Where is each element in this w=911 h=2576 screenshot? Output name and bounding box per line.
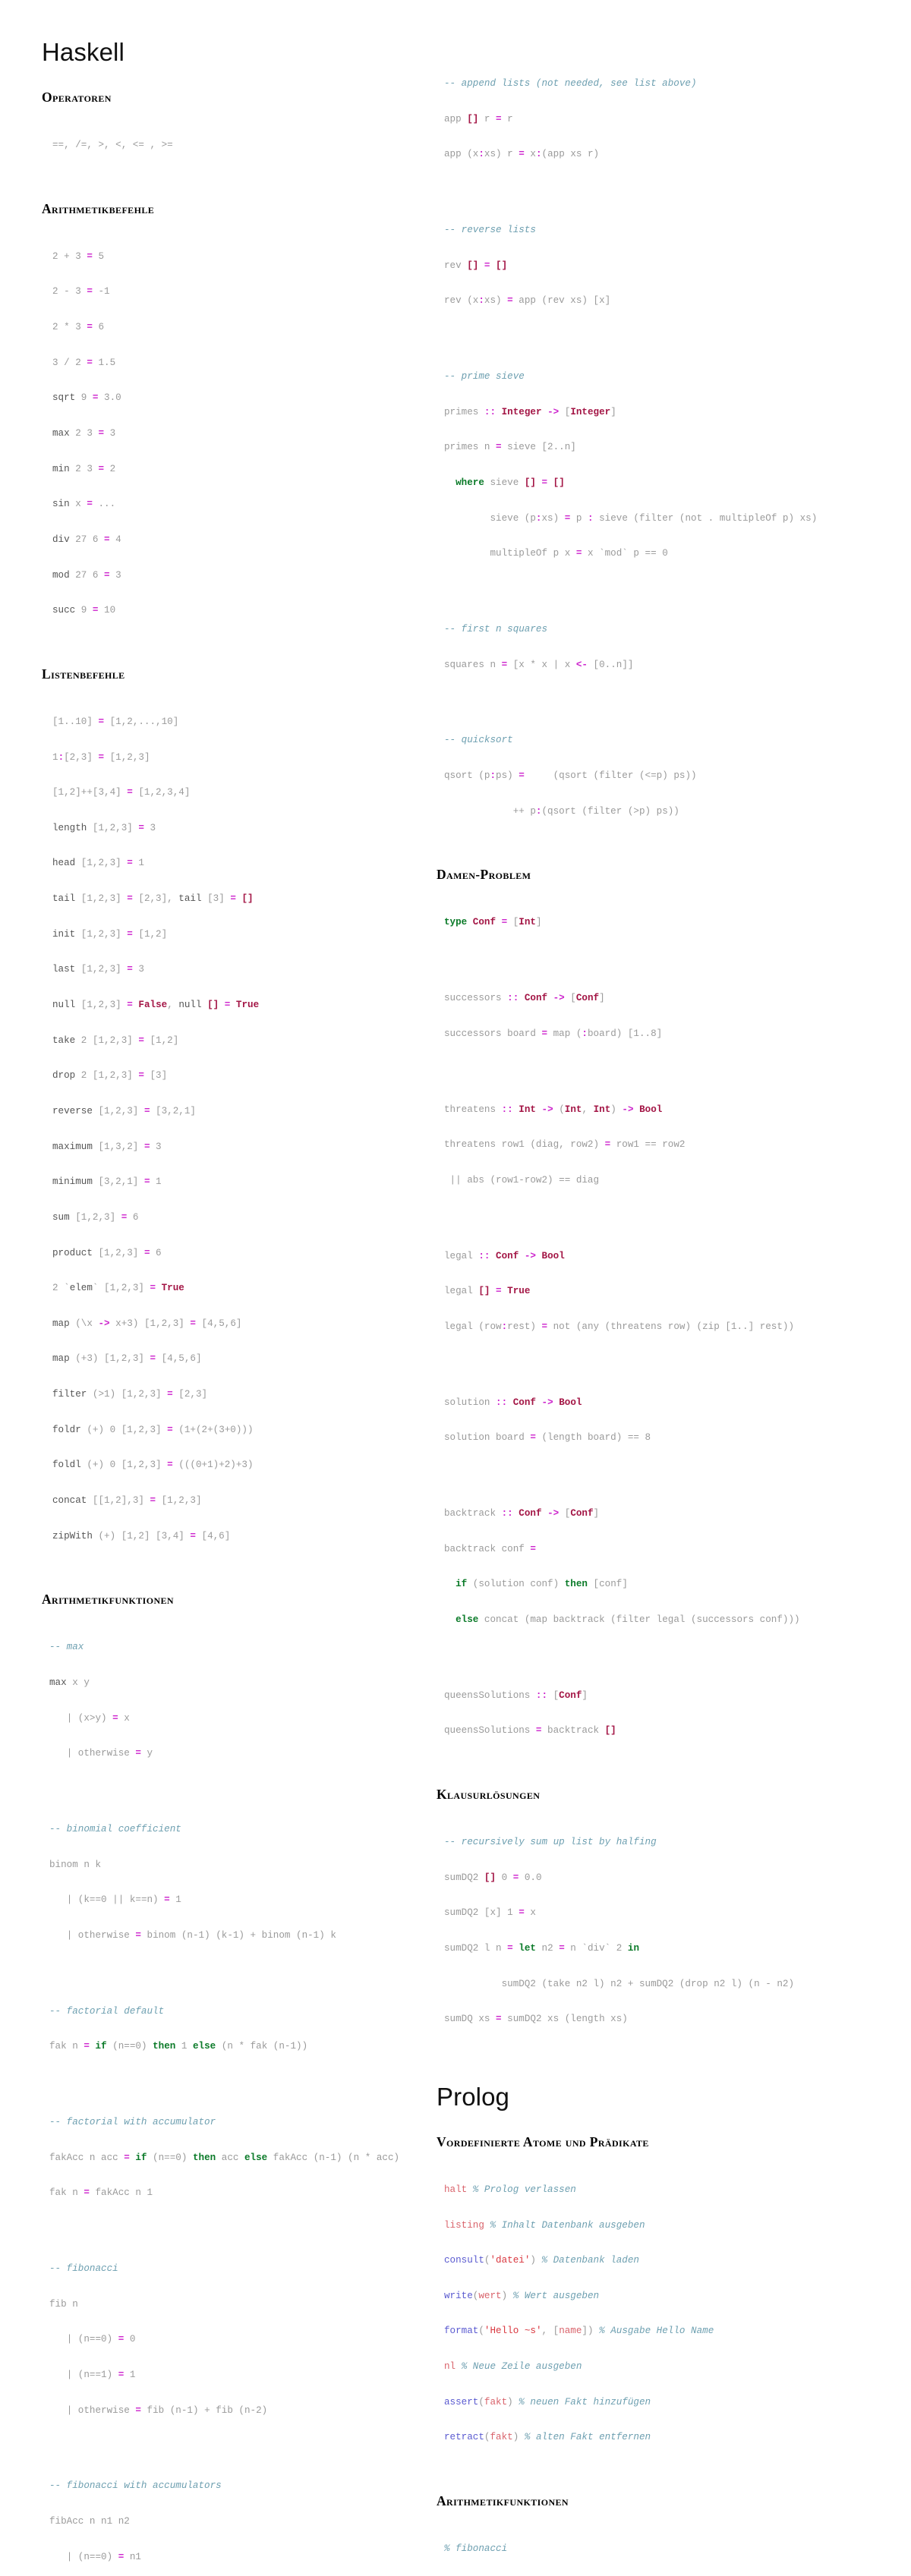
code-block-hs-successors: successors :: Conf -> [Conf] successors … <box>444 993 663 1039</box>
page-title-haskell: Haskell <box>42 38 125 66</box>
code-block-hs-threatens: threatens :: Int -> (Int, Int) -> Bool t… <box>444 1104 686 1186</box>
section-heading-vordefinierte-atome: Vordefinierte Atome und Prädikate <box>437 2134 649 2149</box>
page-title-prolog: Prolog <box>437 2082 509 2111</box>
code-block-pl-predicates: halt % Prolog verlassen listing % Inhalt… <box>444 2184 714 2443</box>
code-block-hs-queenssolutions: queensSolutions :: [Conf] queensSolution… <box>444 1690 616 1737</box>
code-block-listenbefehle: [1..10] = [1,2,...,10] 1:[2,3] = [1,2,3]… <box>52 716 260 1542</box>
right-column: -- append lists (not needed, see list ab… <box>437 55 818 2576</box>
code-block-hs-squares: -- first n squares squares n = [x * x | … <box>444 624 634 670</box>
code-block-hs-solution: solution :: Conf -> Bool solution board … <box>444 1397 651 1444</box>
code-block-hs-legal: legal :: Conf -> Bool legal [] = True le… <box>444 1250 795 1332</box>
left-column: Haskell Operatoren ==, /=, >, <, <= , >=… <box>42 38 421 2576</box>
section-heading-prolog-arithmetikfunktionen: Arithmetikfunktionen <box>437 2493 569 2508</box>
section-heading-operatoren: Operatoren <box>42 89 112 105</box>
code-block-hs-primes: -- prime sieve primes :: Integer -> [Int… <box>444 371 818 559</box>
code-block-hs-backtrack: backtrack :: Conf -> [Conf] backtrack co… <box>444 1507 800 1625</box>
code-block-hs-fibacc: -- fibonacci with accumulators fibAcc n … <box>49 2480 222 2562</box>
code-block-hs-type-conf: type Conf = [Int] <box>444 917 542 928</box>
section-heading-arithmetikfunktionen: Arithmetikfunktionen <box>42 1592 174 1608</box>
code-line: ==, /=, >, <, <= , >= <box>52 140 173 151</box>
section-heading-arithmetikbefehle: Arithmetikbefehle <box>42 200 155 216</box>
code-block-pl-fib: % fibonacci fib(0,0). fib(1,1). fib(X,Y)… <box>444 2543 508 2555</box>
section-heading-damen-problem: Damen-Problem <box>437 867 531 883</box>
section-heading-listenbefehle: Listenbefehle <box>42 666 125 682</box>
code-block-hs-qsort: -- quicksort qsort (p:ps) = (qsort (filt… <box>444 735 697 817</box>
code-block-hs-fak: -- factorial default fak n = if (n==0) t… <box>49 2005 308 2052</box>
cheatsheet-page: Haskell Operatoren ==, /=, >, <, <= , >=… <box>0 0 911 2562</box>
code-block-operatoren: ==, /=, >, <, <= , >= <box>42 116 421 175</box>
code-block-hs-max: -- max max x y | (x>y) = x | otherwise =… <box>49 1642 153 1759</box>
code-block-hs-binom: -- binomial coefficient binom n k | (k==… <box>49 1824 336 1941</box>
code-block-hs-fakacc: -- factorial with accumulator fakAcc n a… <box>49 2117 400 2199</box>
section-heading-klausurloesungen: Klausurlösungen <box>437 1786 541 1802</box>
code-block-arithmetikbefehle: 2 + 3 = 5 2 - 3 = -1 2 * 3 = 6 3 / 2 = 1… <box>52 250 121 616</box>
code-block-hs-app: -- append lists (not needed, see list ab… <box>444 78 697 160</box>
code-block-hs-fib: -- fibonacci fib n | (n==0) = 0 | (n==1)… <box>49 2263 268 2416</box>
code-block-hs-sumdq: -- recursively sum up list by halfing su… <box>444 1837 795 2025</box>
code-block-hs-rev: -- reverse lists rev [] = [] rev (x:xs) … <box>444 225 611 307</box>
